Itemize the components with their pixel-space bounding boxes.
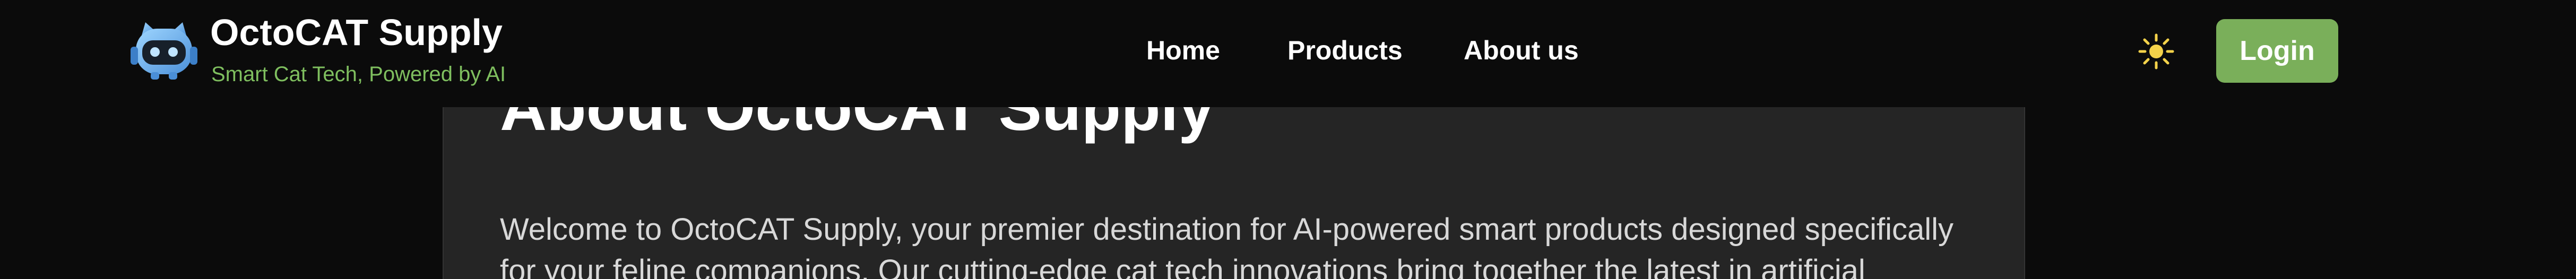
page: About OctoCAT Supply Welcome to OctoCAT … (0, 0, 2576, 279)
login-button[interactable]: Login (2216, 19, 2338, 83)
nav-home-link[interactable]: Home (1146, 37, 1220, 64)
nav-products-link[interactable]: Products (1287, 37, 1403, 64)
theme-toggle-button[interactable] (2138, 33, 2175, 70)
sun-icon (2138, 33, 2175, 72)
main-nav: Home Products About us (0, 37, 2576, 69)
intro-paragraph: Welcome to OctoCAT Supply, your premier … (500, 212, 1954, 279)
site-header: OctoCAT Supply Smart Cat Tech, Powered b… (0, 0, 2576, 107)
nav-about-link[interactable]: About us (1464, 37, 1579, 64)
